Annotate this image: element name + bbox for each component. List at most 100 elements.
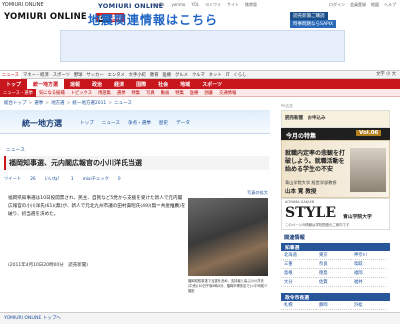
- related-group-list: 北海道 東京 神奈川三重 奈良 鳥取島根 徳島 福岡大分 佐賀 福井: [281, 251, 390, 287]
- sub-nav-item[interactable]: 気になる候補: [36, 89, 68, 97]
- banner-brand: YOMIURI ONLINE: [98, 2, 164, 10]
- breadcrumb-item[interactable]: 総合トップ: [4, 101, 27, 106]
- sub-nav-item[interactable]: 医療: [187, 89, 202, 97]
- related-link[interactable]: 浜松: [351, 301, 386, 310]
- section-tab[interactable]: 争点・選挙: [128, 121, 151, 126]
- header-actions: 読売新聞ご購読: [290, 12, 330, 20]
- aoyama-ad-school: 青山学院大学: [343, 215, 372, 220]
- main-nav: トップ 統一地方選 速報 政治 経済 国際 社会 地域 スポーツ: [0, 79, 400, 90]
- mixi-button[interactable]: mixiチェック: [83, 177, 109, 182]
- category-nav: ニュース マネー・経済 スポーツ 野球 サッカー エンタメ 大手小町 教育 医療 グルメ クルマ ネッ…: [0, 70, 400, 79]
- section-tabs: トップ ニュース 争点・選挙 歴史 データ: [80, 120, 198, 126]
- related-link[interactable]: 札幌: [281, 301, 316, 310]
- category-nav-item[interactable]: サッカー: [84, 71, 105, 79]
- breadcrumb-item[interactable]: 選挙: [34, 101, 43, 106]
- font-size-control[interactable]: 文字 小 大: [376, 71, 396, 77]
- top-brand-link[interactable]: YOMIURI ONLINE: [2, 2, 44, 8]
- section-tab[interactable]: トップ: [80, 121, 94, 126]
- back-to-top-link[interactable]: YOMIURI ONLINE トップへ: [4, 315, 61, 321]
- register-link[interactable]: 会員登録: [350, 2, 366, 7]
- section-tab[interactable]: 歴史: [159, 121, 168, 126]
- sub-nav-item[interactable]: トピックス: [68, 89, 95, 97]
- like-button[interactable]: いいね！: [45, 177, 62, 182]
- bookmark-count[interactable]: 0: [118, 177, 121, 182]
- top-link[interactable]: サイト: [227, 2, 239, 7]
- related-link[interactable]: 福井: [351, 278, 386, 287]
- sub-nav-item-active[interactable]: ニュース・選挙: [0, 89, 36, 97]
- category-nav-item[interactable]: くらし: [232, 71, 249, 79]
- sapix-button[interactable]: 時事問題ならSAPIX: [290, 20, 337, 28]
- top-link[interactable]: 携帯版: [245, 2, 257, 7]
- related-group-header: 知事選: [281, 243, 390, 251]
- related-link[interactable]: 鳥取: [351, 260, 386, 269]
- special-feature-author-name: 山本 寛 教授: [285, 189, 317, 195]
- sub-nav-item[interactable]: 動画: [158, 89, 173, 97]
- top-account-links: ログイン 会員登録 地図 ヘルプ: [324, 2, 396, 8]
- article-headline: 福岡知事選、元内閣広報官の小川洋氏当選: [9, 159, 142, 167]
- related-group-list: 札幌 静岡 浜松: [281, 301, 390, 310]
- category-nav-item[interactable]: 教育: [148, 71, 161, 79]
- top-link[interactable]: yorimo: [171, 2, 185, 7]
- tweet-count: 26: [30, 177, 36, 182]
- related-link[interactable]: 大分: [281, 278, 316, 287]
- sub-nav: ニュース・選挙 気になる候補 トピックス 用語集 選挙 特集 写真 動画 特集 医療 囲碁 交通情報: [0, 89, 400, 97]
- related-link[interactable]: 三重: [281, 260, 316, 269]
- header-actions-2: 時事問題ならSAPIX: [290, 20, 337, 28]
- category-nav-item[interactable]: グルメ: [173, 71, 190, 79]
- site-logo[interactable]: YOMIURI ONLINE: [4, 12, 87, 22]
- related-link[interactable]: 北海道: [281, 251, 316, 260]
- category-nav-item[interactable]: 大手小町: [127, 71, 148, 79]
- category-nav-item[interactable]: ネット: [207, 71, 224, 79]
- section-tab[interactable]: ニュース: [102, 121, 120, 126]
- category-nav-item[interactable]: 医療: [161, 71, 174, 79]
- share-bar: ツイート 26 いいね！ 1 mixiチェック 0: [4, 176, 269, 184]
- subscribe-button[interactable]: 読売新聞ご購読: [290, 12, 328, 20]
- help-link[interactable]: ヘルプ: [384, 2, 396, 7]
- breadcrumb-item[interactable]: 統一地方選2011: [72, 101, 106, 106]
- related-link[interactable]: 静岡: [316, 301, 351, 310]
- special-feature-volume: Vol.06: [356, 130, 382, 136]
- sub-nav-item[interactable]: 写真: [143, 89, 158, 97]
- top-link[interactable]: ヨミウリ: [205, 2, 221, 7]
- login-link[interactable]: ログイン: [329, 2, 345, 7]
- section-tab[interactable]: データ: [176, 121, 190, 126]
- category-nav-item[interactable]: エンタメ: [106, 71, 127, 79]
- photo-caption: 福岡県知事選で当選を決め、支持者と喜ぶ小川洋氏(中央)(10日午後8時4分、福岡…: [188, 279, 268, 293]
- article-body: 福岡県知事選は10日投開票され、民主、自民など5党から支援を受けた新人で元内閣広…: [8, 196, 186, 217]
- sub-nav-item[interactable]: 囲碁: [201, 89, 216, 97]
- sub-nav-item[interactable]: 用語集: [95, 89, 114, 97]
- photo-enlarge-link[interactable]: 写真の拡大: [247, 190, 268, 196]
- category-nav-item[interactable]: 野球: [72, 71, 85, 79]
- top-service-links: yomiDr. yorimo YOL ヨミウリ サイト 携帯版: [150, 2, 263, 8]
- tweet-button[interactable]: ツイート: [4, 177, 21, 182]
- ad-label: PR広告: [281, 104, 293, 108]
- related-link[interactable]: 佐賀: [316, 278, 351, 287]
- related-link[interactable]: 神奈川: [351, 251, 386, 260]
- category-nav-item[interactable]: ニュース: [0, 71, 21, 79]
- category-nav-item[interactable]: スポーツ: [51, 71, 72, 79]
- related-link[interactable]: 東京: [316, 251, 351, 260]
- breadcrumb-item[interactable]: 地方選: [51, 101, 65, 106]
- article-photo[interactable]: [188, 198, 268, 276]
- top-link[interactable]: YOL: [191, 2, 199, 7]
- logo-text: YOMIURI ONLINE: [4, 12, 87, 22]
- aoyama-ad-top: AOYAMA GAKUIN: [285, 200, 315, 204]
- category-nav-item[interactable]: マネー・経済: [21, 71, 51, 79]
- section-subtitle: ニュース: [6, 148, 25, 153]
- sub-nav-item[interactable]: 特集: [129, 89, 144, 97]
- banner-headline: 地震関連情報はこちら: [88, 13, 219, 27]
- sub-nav-item[interactable]: 特集: [172, 89, 187, 97]
- map-link[interactable]: 地図: [371, 2, 379, 7]
- related-link[interactable]: 奈良: [316, 260, 351, 269]
- section-title[interactable]: 統一地方選: [22, 118, 62, 129]
- related-link[interactable]: 徳島: [316, 269, 351, 278]
- article-dateline: (2011年4月10日20時00分 読売新聞): [8, 263, 89, 268]
- earthquake-banner[interactable]: [60, 30, 345, 62]
- sub-nav-item[interactable]: 選挙: [114, 89, 129, 97]
- related-link[interactable]: 福岡: [351, 269, 386, 278]
- category-nav-item[interactable]: クルマ: [190, 71, 207, 79]
- related-link[interactable]: 島根: [281, 269, 316, 278]
- category-nav-item[interactable]: IT: [224, 72, 232, 79]
- sub-nav-item[interactable]: 交通情報: [216, 89, 239, 97]
- aoyama-ad-note: このページの情報は学校関連のご案内です: [285, 223, 350, 227]
